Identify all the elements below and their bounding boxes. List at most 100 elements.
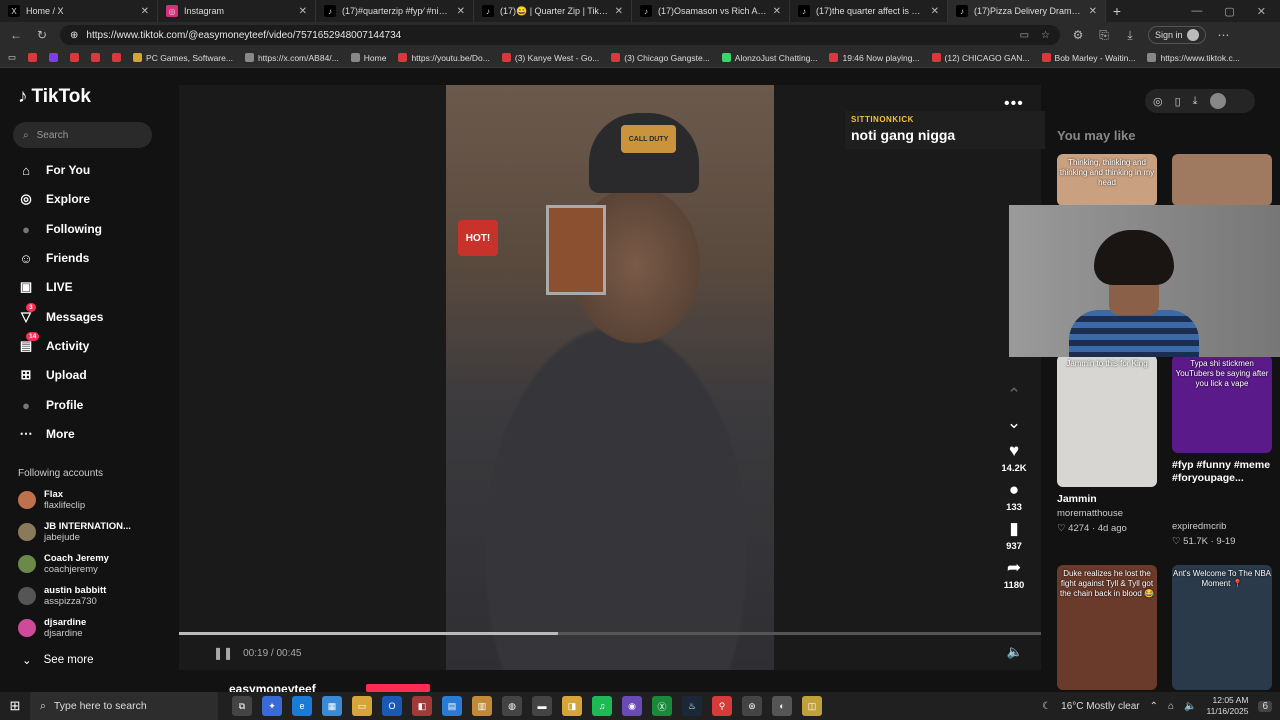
bookmarks-icon[interactable]: ▭: [8, 52, 16, 63]
following-account[interactable]: Coach Jeremy coachjeremy: [18, 553, 109, 575]
browser-tab[interactable]: ♪ (17)Osamason vs Rich Amiri: Una ✕: [632, 0, 790, 22]
search-input[interactable]: ⌕ Search: [13, 122, 152, 148]
steam-icon[interactable]: ♨: [682, 696, 702, 716]
nav-item-friends[interactable]: ☺ Friends: [18, 250, 89, 266]
following-account[interactable]: djsardine djsardine: [18, 617, 86, 639]
chrome-icon[interactable]: ◐: [772, 696, 792, 716]
video-thumbnail[interactable]: Typa shi stickmen YouTubers be saying af…: [1172, 355, 1272, 453]
video-thumbnail[interactable]: [1172, 154, 1272, 206]
video-thumbnail[interactable]: Ant's Welcome To The NBA Moment 📍: [1172, 565, 1272, 690]
nav-item-upload[interactable]: ⊞ Upload: [18, 367, 87, 383]
nav-item-messages[interactable]: ▽ 3 Messages: [18, 303, 103, 325]
scroll-down-button[interactable]: ⌄: [994, 413, 1034, 435]
notifications-icon[interactable]: 6: [1258, 700, 1272, 712]
maximize-icon[interactable]: ▢: [1224, 5, 1234, 18]
game-icon[interactable]: ▥: [472, 696, 492, 716]
volume-icon[interactable]: 🔈: [1007, 644, 1023, 660]
follow-button[interactable]: [366, 684, 430, 692]
outlook-icon[interactable]: O: [382, 696, 402, 716]
phone-icon[interactable]: ▯: [1175, 95, 1181, 108]
bookmark-item[interactable]: Home: [350, 53, 386, 63]
comment-button[interactable]: ● 133: [994, 480, 1034, 513]
network-icon[interactable]: ⌂: [1168, 701, 1174, 712]
task-view-icon[interactable]: ⧉: [232, 696, 252, 716]
save-button[interactable]: ▮ 937: [994, 519, 1034, 552]
minimize-icon[interactable]: —: [1191, 5, 1202, 18]
following-account[interactable]: austin babbitt asspizza730: [18, 585, 106, 607]
windows-start-icon[interactable]: ⊞: [0, 698, 30, 714]
browser-tab[interactable]: ♪ (17)😀 | Quarter Zip | TikTok ✕: [474, 0, 632, 22]
app-icon[interactable]: ◨: [562, 696, 582, 716]
scroll-up-button[interactable]: ⌃: [994, 385, 1034, 407]
share-button[interactable]: ➦ 1180: [994, 558, 1034, 591]
nav-item-following[interactable]: ● Following: [18, 221, 102, 237]
following-account[interactable]: Flax flaxlifeclip: [18, 489, 85, 511]
browser-tab[interactable]: ◎ Instagram ✕: [158, 0, 316, 22]
close-icon[interactable]: ✕: [299, 6, 307, 17]
bookmark-item[interactable]: (12) CHICAGO GAN...: [931, 53, 1030, 63]
tray-chevron-icon[interactable]: ⌃: [1150, 701, 1158, 712]
bookmark-item[interactable]: https://youtu.be/Do...: [398, 53, 490, 63]
copilot-icon[interactable]: ✦: [262, 696, 282, 716]
page-info-icon[interactable]: ⊕: [70, 30, 78, 41]
close-icon[interactable]: ✕: [141, 6, 149, 17]
new-tab-icon[interactable]: +: [1106, 3, 1128, 19]
edge-icon[interactable]: e: [292, 696, 312, 716]
avatar[interactable]: [1209, 93, 1226, 109]
video-title[interactable]: Jammin: [1057, 493, 1167, 506]
bookmark-item[interactable]: PC Games, Software...: [133, 53, 233, 63]
taskbar-search[interactable]: ⌕ Type here to search: [30, 692, 218, 720]
bookmark-item[interactable]: [28, 53, 38, 62]
video-thumbnail[interactable]: Jammin to this for King: [1057, 355, 1157, 487]
game-icon[interactable]: ▤: [442, 696, 462, 716]
nav-item-for-you[interactable]: ⌂ For You: [18, 162, 90, 178]
volume-tray-icon[interactable]: 🔈: [1184, 701, 1196, 712]
reader-icon[interactable]: ▭: [1020, 30, 1029, 41]
downloads-icon[interactable]: ⤓: [1122, 28, 1138, 43]
weather-text[interactable]: 16°C Mostly clear: [1061, 701, 1139, 712]
app-icon[interactable]: ⊛: [742, 696, 762, 716]
following-account[interactable]: JB INTERNATION... jabejude: [18, 521, 131, 543]
tiktok-logo[interactable]: ♪ TikTok: [18, 86, 91, 108]
app-icon[interactable]: ◫: [802, 696, 822, 716]
bookmark-item[interactable]: https://www.tiktok.c...: [1147, 53, 1240, 63]
app-icon[interactable]: ▬: [532, 696, 552, 716]
nav-item-explore[interactable]: ◎ Explore: [18, 191, 90, 207]
bookmark-item[interactable]: [70, 53, 80, 62]
clock[interactable]: 12:05 AM 11/16/2025: [1207, 695, 1249, 717]
bookmark-item[interactable]: [91, 53, 101, 62]
bookmark-item[interactable]: 19:46 Now playing...: [829, 53, 920, 63]
collections-icon[interactable]: ⎘: [1096, 28, 1112, 43]
xbox-icon[interactable]: Ⓧ: [652, 696, 672, 716]
favorite-star-icon[interactable]: ☆: [1041, 30, 1050, 41]
app-icon[interactable]: ◍: [502, 696, 522, 716]
nav-item-profile[interactable]: ● Profile: [18, 397, 83, 413]
file-explorer-icon[interactable]: ▭: [352, 696, 372, 716]
pause-icon[interactable]: ❚❚: [213, 646, 233, 660]
weather-icon[interactable]: ☾: [1042, 701, 1051, 712]
close-icon[interactable]: ✕: [1089, 6, 1097, 17]
back-icon[interactable]: ←: [8, 28, 24, 42]
see-more-button[interactable]: ⌄ See more: [22, 653, 94, 667]
nav-item-activity[interactable]: ▤ 14 Activity: [18, 332, 89, 354]
bookmark-item[interactable]: AlonzoJust Chatting...: [721, 53, 817, 63]
browser-tab[interactable]: ♪ (17)the quarter affect is quite ple ✕: [790, 0, 948, 22]
compass-icon[interactable]: ◎: [1153, 95, 1163, 108]
browser-tab[interactable]: X Home / X ✕: [0, 0, 158, 22]
menu-icon[interactable]: ⋯: [1216, 28, 1232, 42]
video-thumbnail[interactable]: Thinking, thinking and thinking and thin…: [1057, 154, 1157, 206]
close-icon[interactable]: ✕: [931, 6, 939, 17]
bookmark-item[interactable]: https://x.com/AB84/...: [244, 53, 339, 63]
close-icon[interactable]: ✕: [457, 6, 465, 17]
video-author[interactable]: morematthouse: [1057, 508, 1123, 519]
reload-icon[interactable]: ↻: [34, 28, 50, 42]
bookmark-item[interactable]: Bob Marley - Waitin...: [1041, 53, 1135, 63]
download-icon[interactable]: ⤓: [1193, 95, 1198, 108]
app-icon[interactable]: ◉: [622, 696, 642, 716]
progress-bar[interactable]: [179, 632, 1041, 635]
video-thumbnail[interactable]: Duke realizes he lost the fight against …: [1057, 565, 1157, 690]
close-icon[interactable]: ✕: [773, 6, 781, 17]
close-window-icon[interactable]: ✕: [1257, 5, 1266, 18]
spotify-icon[interactable]: ♫: [592, 696, 612, 716]
nav-item-live[interactable]: ▣ LIVE: [18, 279, 73, 295]
